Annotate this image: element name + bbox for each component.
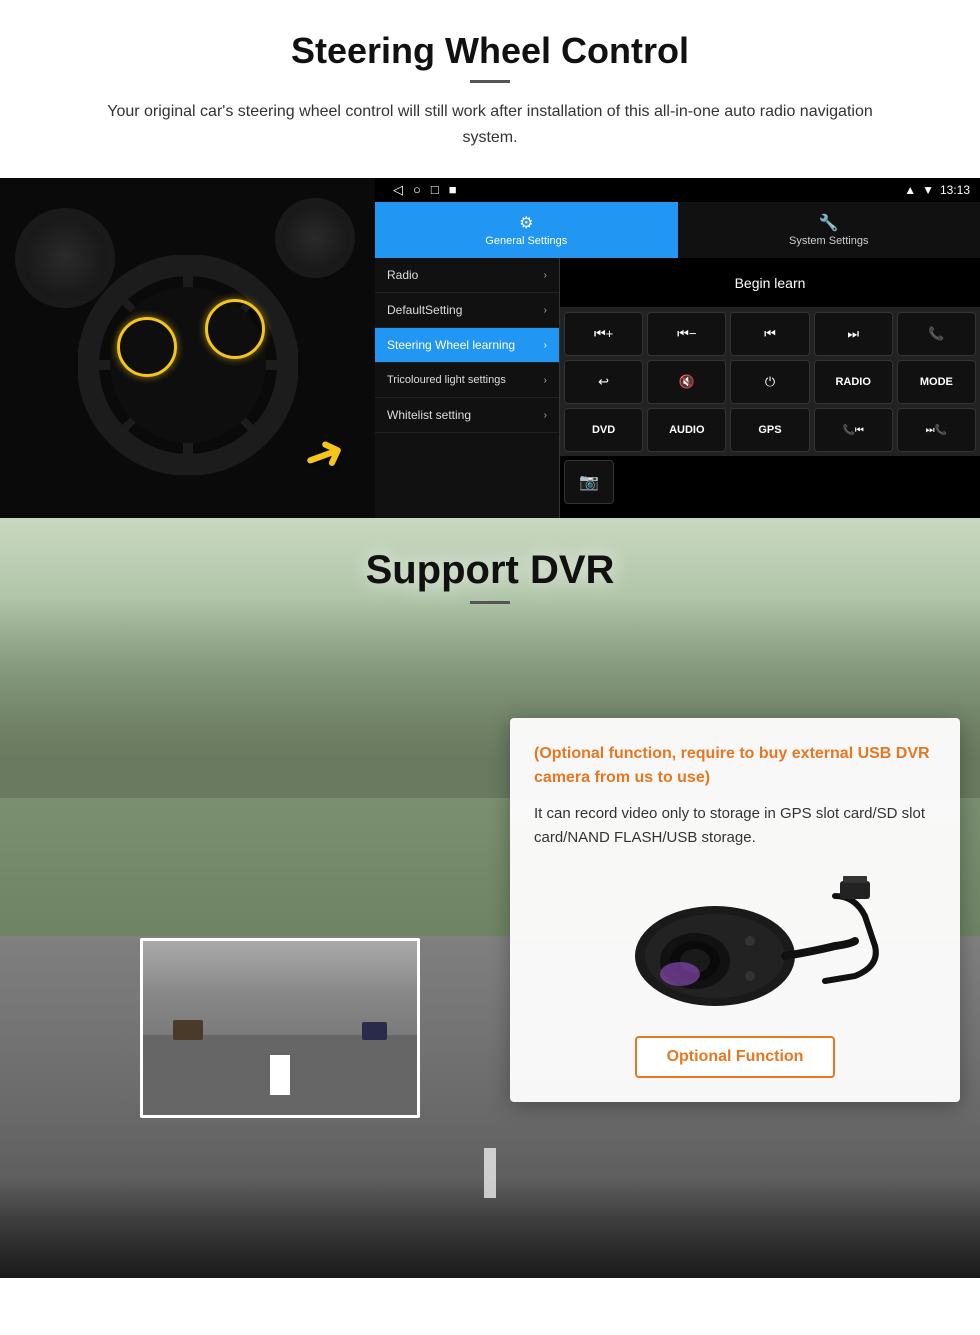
steering-section: Steering Wheel Control Your original car… xyxy=(0,0,980,518)
vol-down-btn[interactable]: ⏮− xyxy=(647,312,726,356)
tab-system-label: System Settings xyxy=(789,235,868,247)
dvr-optional-text: (Optional function, require to buy exter… xyxy=(534,742,936,790)
nav-icons: ◁ ○ □ ■ xyxy=(393,182,457,198)
menu-steering-wheel[interactable]: Steering Wheel learning › xyxy=(375,328,559,363)
dvr-camera-svg xyxy=(585,866,885,1016)
tabs-row: ⚙ General Settings 🔧 System Settings xyxy=(375,202,980,258)
steering-demo: ➜ ◁ ○ □ ■ ▲ ▼ 13:13 ⚙ General Setting xyxy=(0,178,980,518)
thumb-road-line xyxy=(270,1055,290,1095)
audio-btn[interactable]: AUDIO xyxy=(647,408,726,452)
tab-system-settings[interactable]: 🔧 System Settings xyxy=(678,202,980,258)
hang-up-btn[interactable]: ↩ xyxy=(564,360,643,404)
dvr-thumbnail-inner xyxy=(143,941,417,1115)
section-header: Steering Wheel Control Your original car… xyxy=(0,0,980,160)
menu-default-setting[interactable]: DefaultSetting › xyxy=(375,293,559,328)
title-divider xyxy=(470,80,510,83)
begin-learn-button[interactable]: Begin learn xyxy=(715,267,826,299)
bottom-icon-row: 📷 xyxy=(560,456,980,508)
controls-grid: ⏮+ ⏮− ⏮ ⏭ 📞 ↩ 🔇 ⏻ RADIO MODE DVD AUDIO G… xyxy=(560,308,980,456)
tab-general-label: General Settings xyxy=(485,235,567,247)
status-time: 13:13 xyxy=(940,183,970,197)
system-icon: 🔧 xyxy=(819,213,839,233)
menu-panel: Radio › DefaultSetting › Steering Wheel … xyxy=(375,258,980,518)
steering-wheel xyxy=(78,255,298,475)
chevron-icon: › xyxy=(544,340,547,351)
phone-btn[interactable]: 📞 xyxy=(897,312,976,356)
phone-next-btn[interactable]: ⏭📞 xyxy=(897,408,976,452)
highlight-left xyxy=(117,317,177,377)
mode-btn[interactable]: MODE xyxy=(897,360,976,404)
road-line xyxy=(484,1148,496,1198)
content-area: Begin learn ⏮+ ⏮− ⏮ ⏭ 📞 ↩ 🔇 ⏻ RADIO MODE xyxy=(560,258,980,518)
dvd-btn[interactable]: DVD xyxy=(564,408,643,452)
settings-icon: ⚙ xyxy=(519,213,533,233)
chevron-icon: › xyxy=(544,270,547,281)
gps-btn[interactable]: GPS xyxy=(730,408,809,452)
android-panel: ◁ ○ □ ■ ▲ ▼ 13:13 ⚙ General Settings 🔧 S… xyxy=(375,178,980,518)
dvr-divider xyxy=(470,601,510,604)
camera-icon-btn[interactable]: 📷 xyxy=(564,460,614,504)
power-btn[interactable]: ⏻ xyxy=(730,360,809,404)
chevron-icon: › xyxy=(544,375,547,386)
back-icon[interactable]: ◁ xyxy=(393,182,403,198)
home-icon[interactable]: ○ xyxy=(413,182,421,198)
highlight-right xyxy=(205,299,265,359)
radio-btn[interactable]: RADIO xyxy=(814,360,893,404)
status-bar: ◁ ○ □ ■ ▲ ▼ 13:13 xyxy=(375,178,980,202)
dvr-section: Support DVR (Optional function, require … xyxy=(0,518,980,1278)
thumb-car-1 xyxy=(362,1022,387,1040)
next-track-btn[interactable]: ⏭ xyxy=(814,312,893,356)
dvr-title: Support DVR xyxy=(0,548,980,593)
camera-illustration xyxy=(534,866,936,1016)
menu-tricoloured[interactable]: Tricoloured light settings › xyxy=(375,363,559,398)
dvr-thumbnail xyxy=(140,938,420,1118)
dvr-background: Support DVR (Optional function, require … xyxy=(0,518,980,1278)
menu-icon[interactable]: ■ xyxy=(449,182,457,198)
recents-icon[interactable]: □ xyxy=(431,182,439,198)
dvr-header: Support DVR xyxy=(0,548,980,604)
thumb-road xyxy=(143,1035,417,1115)
begin-learn-row: Begin learn xyxy=(560,258,980,308)
wheel-svg xyxy=(78,255,298,475)
chevron-icon: › xyxy=(544,305,547,316)
mute-btn[interactable]: 🔇 xyxy=(647,360,726,404)
dvr-description: It can record video only to storage in G… xyxy=(534,802,936,850)
page-title: Steering Wheel Control xyxy=(60,30,920,72)
section-description: Your original car's steering wheel contr… xyxy=(80,99,900,150)
wifi-icon: ▼ xyxy=(922,183,934,197)
arrow-indicator: ➜ xyxy=(294,420,353,489)
menu-list: Radio › DefaultSetting › Steering Wheel … xyxy=(375,258,560,518)
signal-icon: ▲ xyxy=(904,183,916,197)
steering-wheel-image: ➜ xyxy=(0,178,375,518)
thumb-car-2 xyxy=(173,1020,203,1040)
tab-general-settings[interactable]: ⚙ General Settings xyxy=(375,202,678,258)
prev-track-btn[interactable]: ⏮ xyxy=(730,312,809,356)
menu-whitelist[interactable]: Whitelist setting › xyxy=(375,398,559,433)
optional-function-button[interactable]: Optional Function xyxy=(635,1036,836,1078)
dvr-info-card: (Optional function, require to buy exter… xyxy=(510,718,960,1102)
chevron-icon: › xyxy=(544,410,547,421)
vol-up-btn[interactable]: ⏮+ xyxy=(564,312,643,356)
phone-prev-btn[interactable]: 📞⏮ xyxy=(814,408,893,452)
menu-radio[interactable]: Radio › xyxy=(375,258,559,293)
